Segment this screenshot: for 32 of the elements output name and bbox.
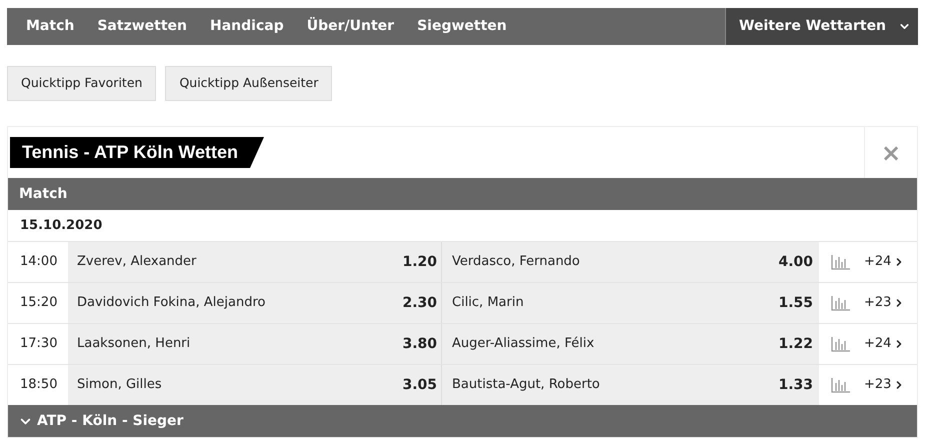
bar-chart-icon[interactable]	[831, 254, 850, 270]
more-bets-link[interactable]: +24	[864, 334, 906, 354]
nav-tab[interactable]: Siegwetten	[417, 16, 507, 37]
odds-button[interactable]: Zverev, Alexander 1.20	[68, 242, 442, 282]
more-bets-link[interactable]: +23	[864, 375, 906, 395]
odds-button[interactable]: Simon, Gilles 3.05	[68, 365, 442, 405]
quicktip-button[interactable]: Quicktipp Außenseiter	[165, 66, 332, 101]
bar-chart-icon[interactable]	[831, 378, 850, 392]
odds-button[interactable]: Bautista-Agut, Roberto 1.33	[442, 365, 819, 405]
section-header: Match	[8, 178, 917, 210]
card-title: Tennis - ATP Köln Wetten	[10, 137, 264, 168]
match-time: 15:20	[19, 294, 58, 312]
quicktip-button[interactable]: Quicktipp Favoriten	[7, 66, 156, 101]
odds-button[interactable]: Davidovich Fokina, Alejandro 2.30	[68, 283, 442, 323]
nav-tab[interactable]: Match	[26, 16, 74, 37]
odds-button[interactable]: Verdasco, Fernando 4.00	[442, 242, 819, 282]
more-bet-types-button[interactable]: Weitere Wettarten	[725, 8, 918, 45]
match-time: 18:50	[19, 376, 58, 394]
collapsible-section-header[interactable]: ATP - Köln - Sieger	[8, 405, 917, 437]
date-label: 15.10.2020	[19, 216, 104, 235]
odds-button[interactable]: Laaksonen, Henri 3.80	[68, 324, 442, 364]
match-time: 14:00	[19, 253, 58, 272]
bar-chart-icon[interactable]	[831, 336, 850, 352]
bar-chart-icon[interactable]	[831, 296, 850, 310]
nav-tab[interactable]: Handicap	[210, 16, 284, 37]
more-bets-link[interactable]: +24	[864, 252, 906, 272]
odds-button[interactable]: Cilic, Marin 1.55	[442, 283, 819, 323]
match-time: 17:30	[19, 335, 58, 354]
nav-tab[interactable]: Über/Unter	[306, 16, 394, 37]
odds-button[interactable]: Auger-Aliassime, Félix 1.22	[442, 324, 819, 364]
more-bets-link[interactable]: +23	[864, 293, 906, 313]
nav-tab[interactable]: Satzwetten	[97, 16, 187, 37]
